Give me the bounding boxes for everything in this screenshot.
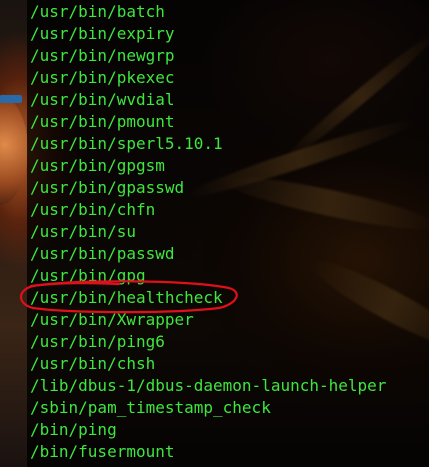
terminal-line: /usr/bin/passwd [30, 244, 175, 263]
terminal-line: /usr/bin/su [30, 222, 136, 241]
terminal-line: /usr/bin/Xwrapper [30, 310, 194, 329]
terminal-line: /lib/dbus-1/dbus-daemon-launch-helper [30, 376, 387, 395]
terminal-line: /usr/bin/pmount [30, 112, 175, 131]
terminal-line: /bin/fusermount [30, 442, 175, 461]
terminal-line: /usr/bin/gpasswd [30, 178, 185, 197]
terminal-line: /usr/bin/chsh [30, 354, 156, 373]
terminal-line: /usr/bin/expiry [30, 24, 175, 43]
terminal-line: /usr/bin/gpg [30, 266, 146, 285]
terminal-line: /bin/ping [30, 420, 117, 439]
terminal-line: /usr/bin/wvdial [30, 90, 175, 109]
terminal-line: /sbin/pam_timestamp_check [30, 398, 271, 417]
terminal-line: /usr/bin/chfn [30, 200, 156, 219]
wallpaper-accent [0, 95, 22, 103]
terminal-line: /usr/bin/sperl5.10.1 [30, 134, 223, 153]
wallpaper-orb [0, 95, 28, 205]
terminal-line: /usr/bin/pkexec [30, 68, 175, 87]
terminal-line: /usr/bin/batch [30, 2, 165, 21]
terminal-line-highlighted: /usr/bin/healthcheck [30, 288, 223, 307]
terminal-line: /usr/bin/ping6 [30, 332, 165, 351]
terminal-line: /usr/bin/gpgsm [30, 156, 165, 175]
terminal-window[interactable]: /usr/bin/batch /usr/bin/expiry /usr/bin/… [27, 0, 429, 467]
terminal-line: /usr/bin/newgrp [30, 46, 175, 65]
